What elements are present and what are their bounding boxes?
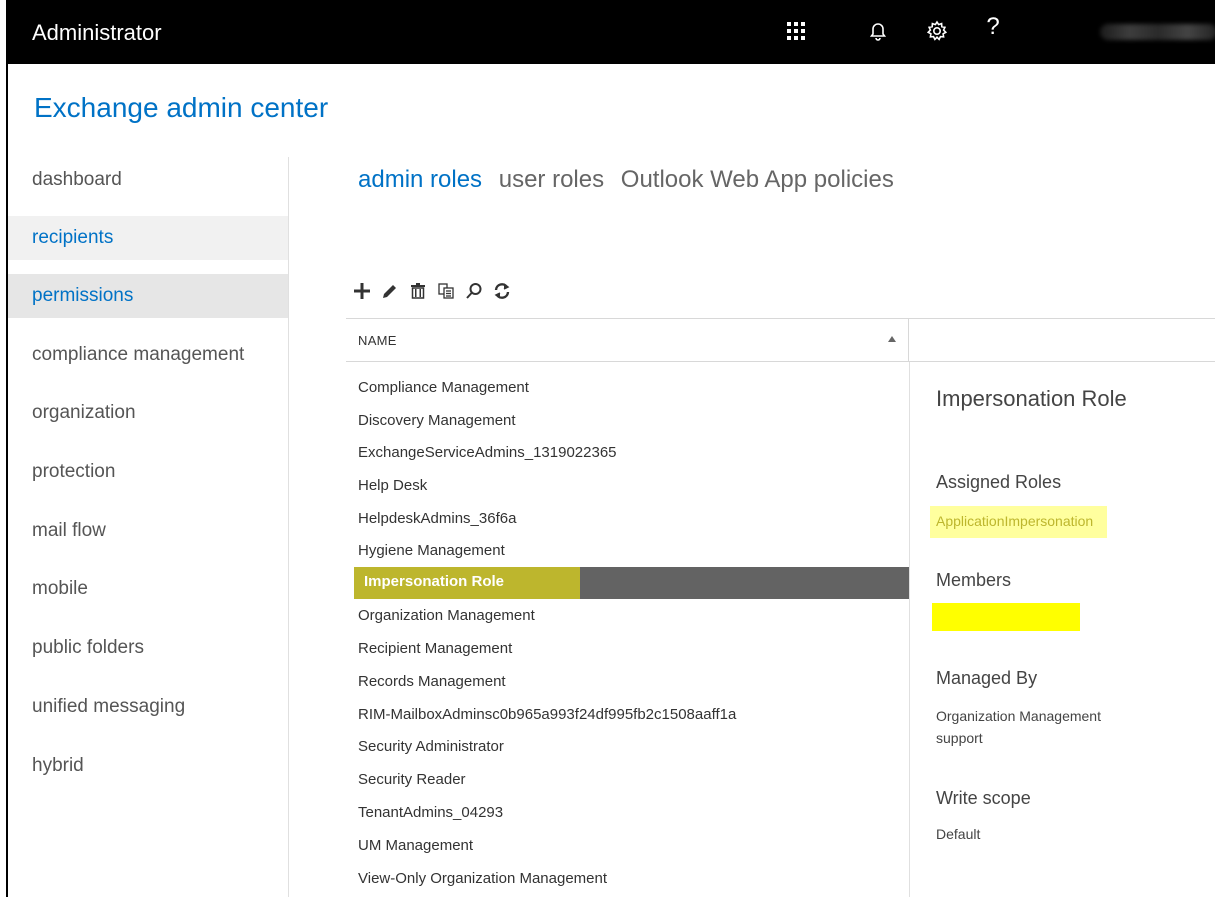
assigned-roles-value: ApplicationImpersonation <box>930 506 1108 538</box>
write-scope-value: Default <box>936 826 981 842</box>
members-label: Members <box>936 570 1012 590</box>
page-title: Exchange admin center <box>34 92 329 123</box>
tab-user-roles[interactable]: user roles <box>499 166 604 194</box>
list-item[interactable]: Help Desk <box>346 471 909 503</box>
list-item[interactable]: Hygiene Management <box>346 536 909 568</box>
column-header-name[interactable]: NAME <box>358 333 397 348</box>
list-item[interactable]: Records Management <box>346 667 909 699</box>
list-item[interactable]: RIM-MailboxAdminsc0b965a993f24df995fb2c1… <box>346 700 909 732</box>
app-frame: Administrator ? Exchange admin center da… <box>6 0 1215 897</box>
details-header <box>909 318 1215 362</box>
nav-item-permissions[interactable]: permissions <box>8 274 288 318</box>
list-item[interactable]: Compliance Management <box>346 373 909 405</box>
list-item[interactable]: Security Administrator <box>346 732 909 764</box>
bell-icon[interactable] <box>863 16 893 46</box>
refresh-icon[interactable] <box>492 280 512 302</box>
list-item[interactable]: ExchangeServiceAdmins_1319022365 <box>346 438 909 470</box>
nav-item-hybrid[interactable]: hybrid <box>8 744 288 788</box>
help-icon[interactable]: ? <box>978 12 1008 42</box>
managed-by-value-2: support <box>936 730 983 746</box>
tab-owa-policies[interactable]: Outlook Web App policies <box>621 166 894 194</box>
delete-icon[interactable] <box>408 280 428 302</box>
help-glyph: ? <box>986 13 1000 40</box>
edit-icon[interactable] <box>380 280 400 302</box>
managed-by-value-1: Organization Management <box>936 708 1101 724</box>
list-item[interactable]: TenantAdmins_04293 <box>346 798 909 830</box>
sort-ascending-icon[interactable] <box>888 336 896 342</box>
managed-by-label: Managed By <box>936 668 1038 688</box>
user-name-redacted[interactable] <box>1100 24 1215 40</box>
list-item[interactable]: UM Management <box>346 831 909 863</box>
nav-item-unified-messaging[interactable]: unified messaging <box>8 685 288 729</box>
nav-item-public-folders[interactable]: public folders <box>8 626 288 670</box>
list-item[interactable]: Organization Management <box>346 601 909 633</box>
list-item[interactable]: Discovery Management <box>346 406 909 438</box>
list-header: NAME <box>346 318 909 362</box>
tab-admin-roles[interactable]: admin roles <box>358 166 482 194</box>
list-item[interactable]: View-Only Organization Management <box>346 864 909 896</box>
list-item[interactable]: Recipient Management <box>346 634 909 666</box>
nav-divider <box>288 157 289 897</box>
nav-item-mobile[interactable]: mobile <box>8 567 288 611</box>
nav-item-organization[interactable]: organization <box>8 391 288 435</box>
copy-icon[interactable] <box>436 280 456 302</box>
list-details-divider <box>909 362 910 897</box>
nav-item-protection[interactable]: protection <box>8 450 288 494</box>
search-icon[interactable] <box>464 280 484 302</box>
toolbar <box>352 278 520 304</box>
app-launcher-icon[interactable] <box>781 16 811 46</box>
members-value-highlight <box>932 603 1080 631</box>
top-bar: Administrator ? <box>8 0 1215 64</box>
top-bar-title: Administrator <box>32 20 162 45</box>
list-item-selected[interactable]: Impersonation Role <box>354 567 909 599</box>
nav-item-compliance-management[interactable]: compliance management <box>8 333 288 377</box>
gear-icon[interactable] <box>922 16 952 46</box>
nav-item-mail-flow[interactable]: mail flow <box>8 509 288 553</box>
nav-item-dashboard[interactable]: dashboard <box>8 158 288 202</box>
tab-bar: admin roles user roles Outlook Web App p… <box>358 166 904 194</box>
list-item[interactable]: HelpdeskAdmins_36f6a <box>346 504 909 536</box>
assigned-roles-label: Assigned Roles <box>936 472 1062 492</box>
selected-row-label: Impersonation Role <box>354 567 580 599</box>
details-title: Impersonation Role <box>936 386 1127 411</box>
add-icon[interactable] <box>352 280 372 302</box>
nav-item-recipients[interactable]: recipients <box>8 216 288 260</box>
write-scope-label: Write scope <box>936 788 1031 808</box>
list-item[interactable]: Security Reader <box>346 765 909 797</box>
